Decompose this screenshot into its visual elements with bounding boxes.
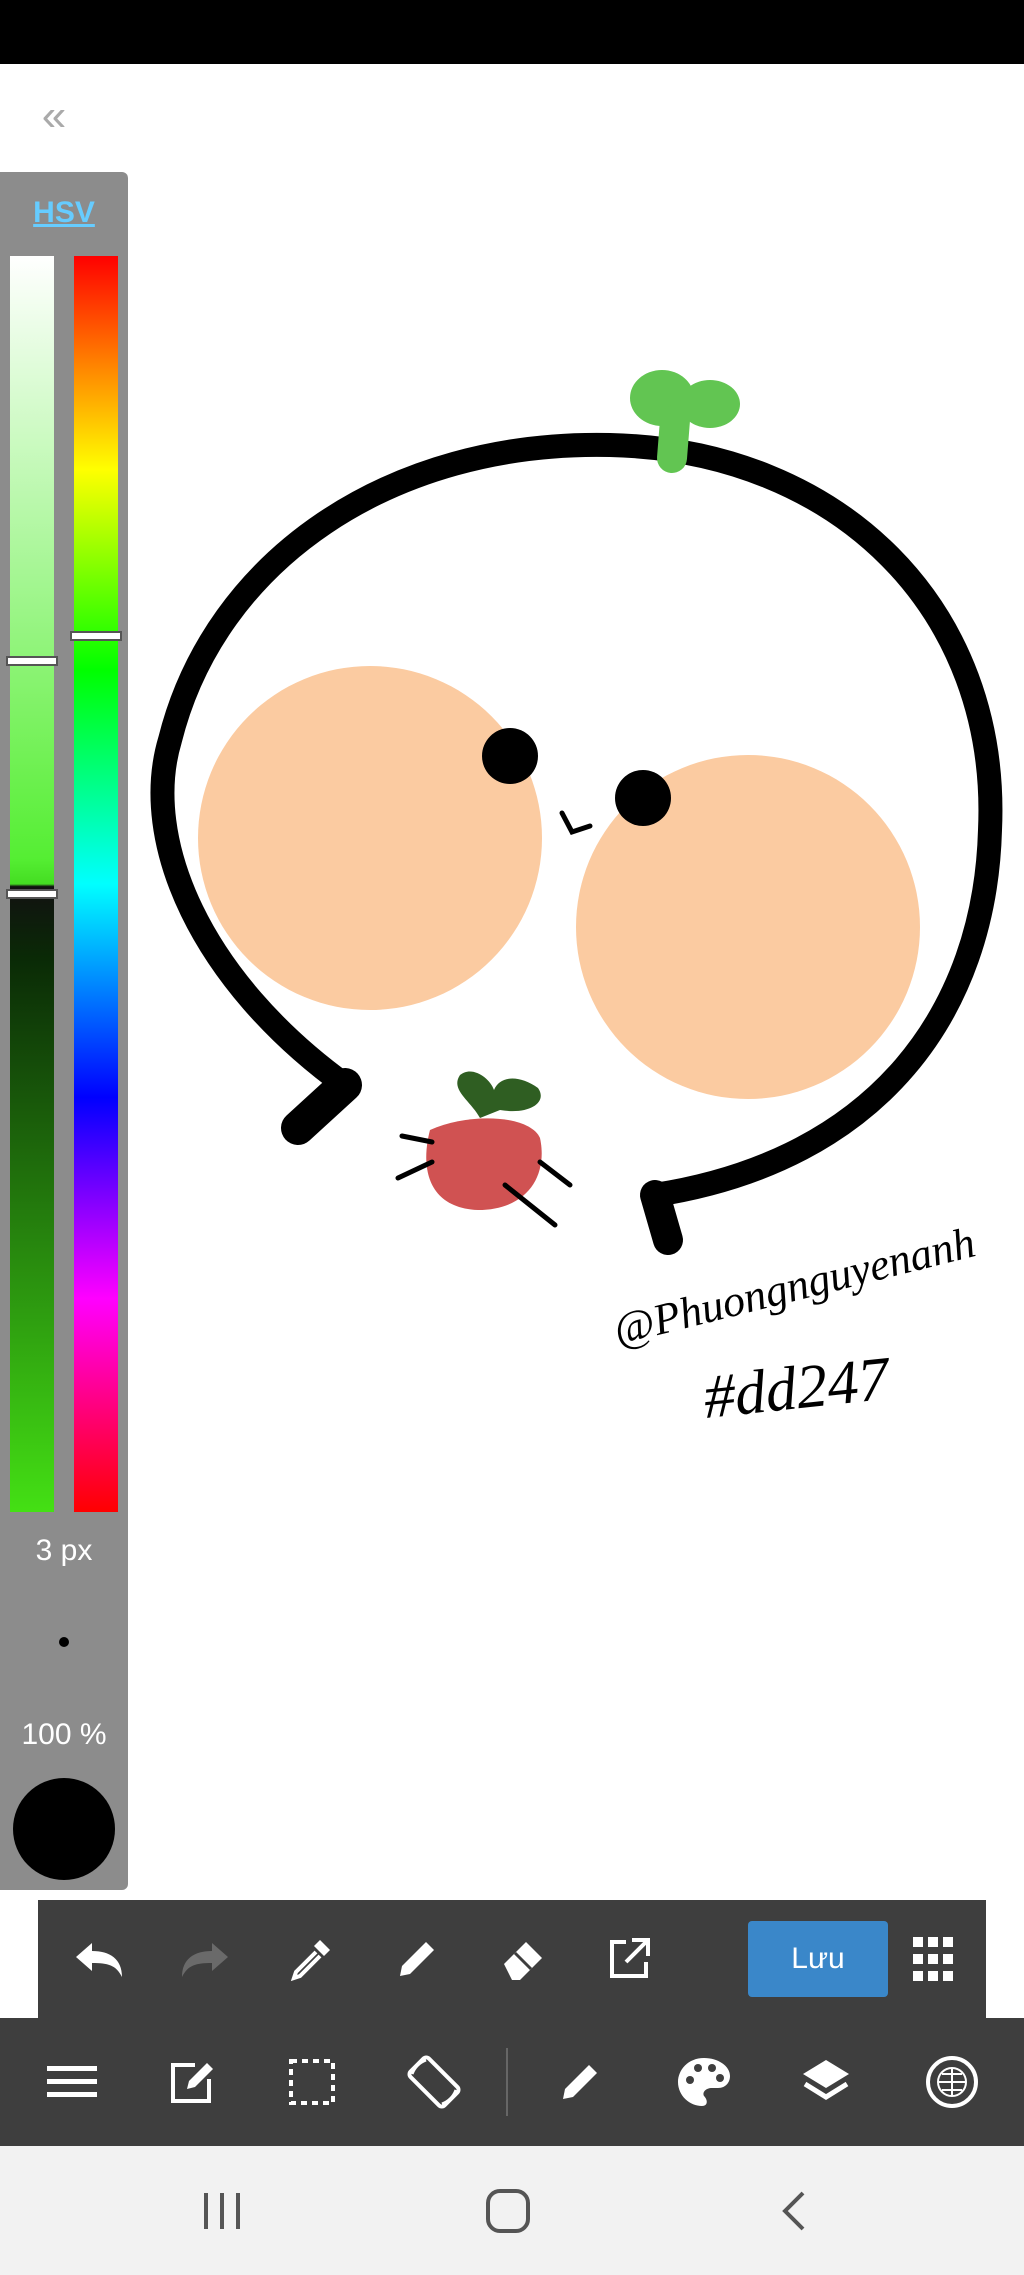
recent-apps-button[interactable] — [152, 2146, 292, 2275]
more-tools-button[interactable] — [880, 1900, 986, 2018]
right-eye — [615, 770, 671, 826]
head-outline-end-right — [640, 1180, 683, 1255]
back-button[interactable] — [724, 2146, 864, 2275]
radish-body — [426, 1118, 542, 1210]
export-icon — [610, 1938, 650, 1978]
sv-handle-upper[interactable] — [6, 656, 58, 666]
export-button[interactable] — [576, 1900, 682, 2018]
edit-icon — [171, 2063, 213, 2103]
left-eye — [482, 728, 538, 784]
menu-icon — [47, 2066, 97, 2097]
rotate-icon — [407, 2055, 461, 2109]
save-button[interactable]: Lưu — [748, 1921, 888, 1997]
mouth — [559, 810, 593, 836]
sv-handle-lower[interactable] — [6, 889, 58, 899]
toolbar-divider — [506, 2048, 508, 2116]
system-nav-bar — [0, 2146, 1024, 2275]
undo-button[interactable] — [46, 1900, 152, 2018]
materials-button[interactable] — [892, 2018, 1012, 2146]
collapse-chevron-icon[interactable]: « — [30, 92, 78, 140]
hue-slider[interactable] — [74, 256, 118, 1512]
brush-icon — [563, 2065, 597, 2099]
recent-apps-icon — [204, 2192, 240, 2229]
saturation-value-slider[interactable] — [10, 256, 54, 1512]
palette-button[interactable] — [644, 2018, 764, 2146]
eyedropper-button[interactable] — [258, 1900, 364, 2018]
redo-button[interactable] — [152, 1900, 258, 2018]
layers-icon — [803, 2060, 849, 2100]
sprout-stem — [657, 405, 690, 473]
tag-text: #dd247 — [700, 1345, 895, 1432]
eraser-button[interactable] — [470, 1900, 576, 2018]
brush-preview-dot — [59, 1637, 69, 1647]
main-toolbar — [0, 2018, 1024, 2146]
head-outline-end-left — [281, 1068, 362, 1145]
rotate-canvas-button[interactable] — [374, 2018, 494, 2146]
selection-button[interactable] — [252, 2018, 372, 2146]
grid-menu-icon — [913, 1937, 953, 1981]
selection-icon — [289, 2059, 335, 2105]
eyedropper-icon — [290, 1940, 330, 1982]
tool-toolbar: Lưu — [38, 1900, 986, 2018]
eraser-icon — [504, 1942, 542, 1980]
pen-icon — [400, 1942, 434, 1976]
edit-button[interactable] — [132, 2018, 252, 2146]
current-color-swatch[interactable] — [13, 1778, 115, 1880]
redo-icon — [182, 1943, 228, 1977]
left-cheek — [198, 666, 542, 1010]
materials-icon — [926, 2056, 978, 2108]
opacity-label[interactable]: 100 % — [0, 1718, 128, 1752]
palette-icon — [678, 2058, 730, 2106]
home-button[interactable] — [438, 2146, 578, 2275]
radish-leaves — [457, 1071, 541, 1118]
drawing-canvas[interactable]: @Phuongnguyenanh #dd247 — [150, 350, 1010, 1480]
back-icon — [782, 2191, 805, 2230]
undo-icon — [76, 1943, 122, 1977]
pen-tool-button[interactable] — [364, 1900, 470, 2018]
hsv-tab[interactable]: HSV — [0, 196, 128, 230]
brush-button[interactable] — [520, 2018, 640, 2146]
status-bar — [0, 0, 1024, 64]
hue-handle[interactable] — [70, 631, 122, 641]
layers-button[interactable] — [766, 2018, 886, 2146]
home-icon — [486, 2188, 530, 2233]
color-panel: HSV 3 px 100 % — [0, 172, 128, 1890]
brush-size-label[interactable]: 3 px — [0, 1534, 128, 1568]
menu-button[interactable] — [12, 2018, 132, 2146]
